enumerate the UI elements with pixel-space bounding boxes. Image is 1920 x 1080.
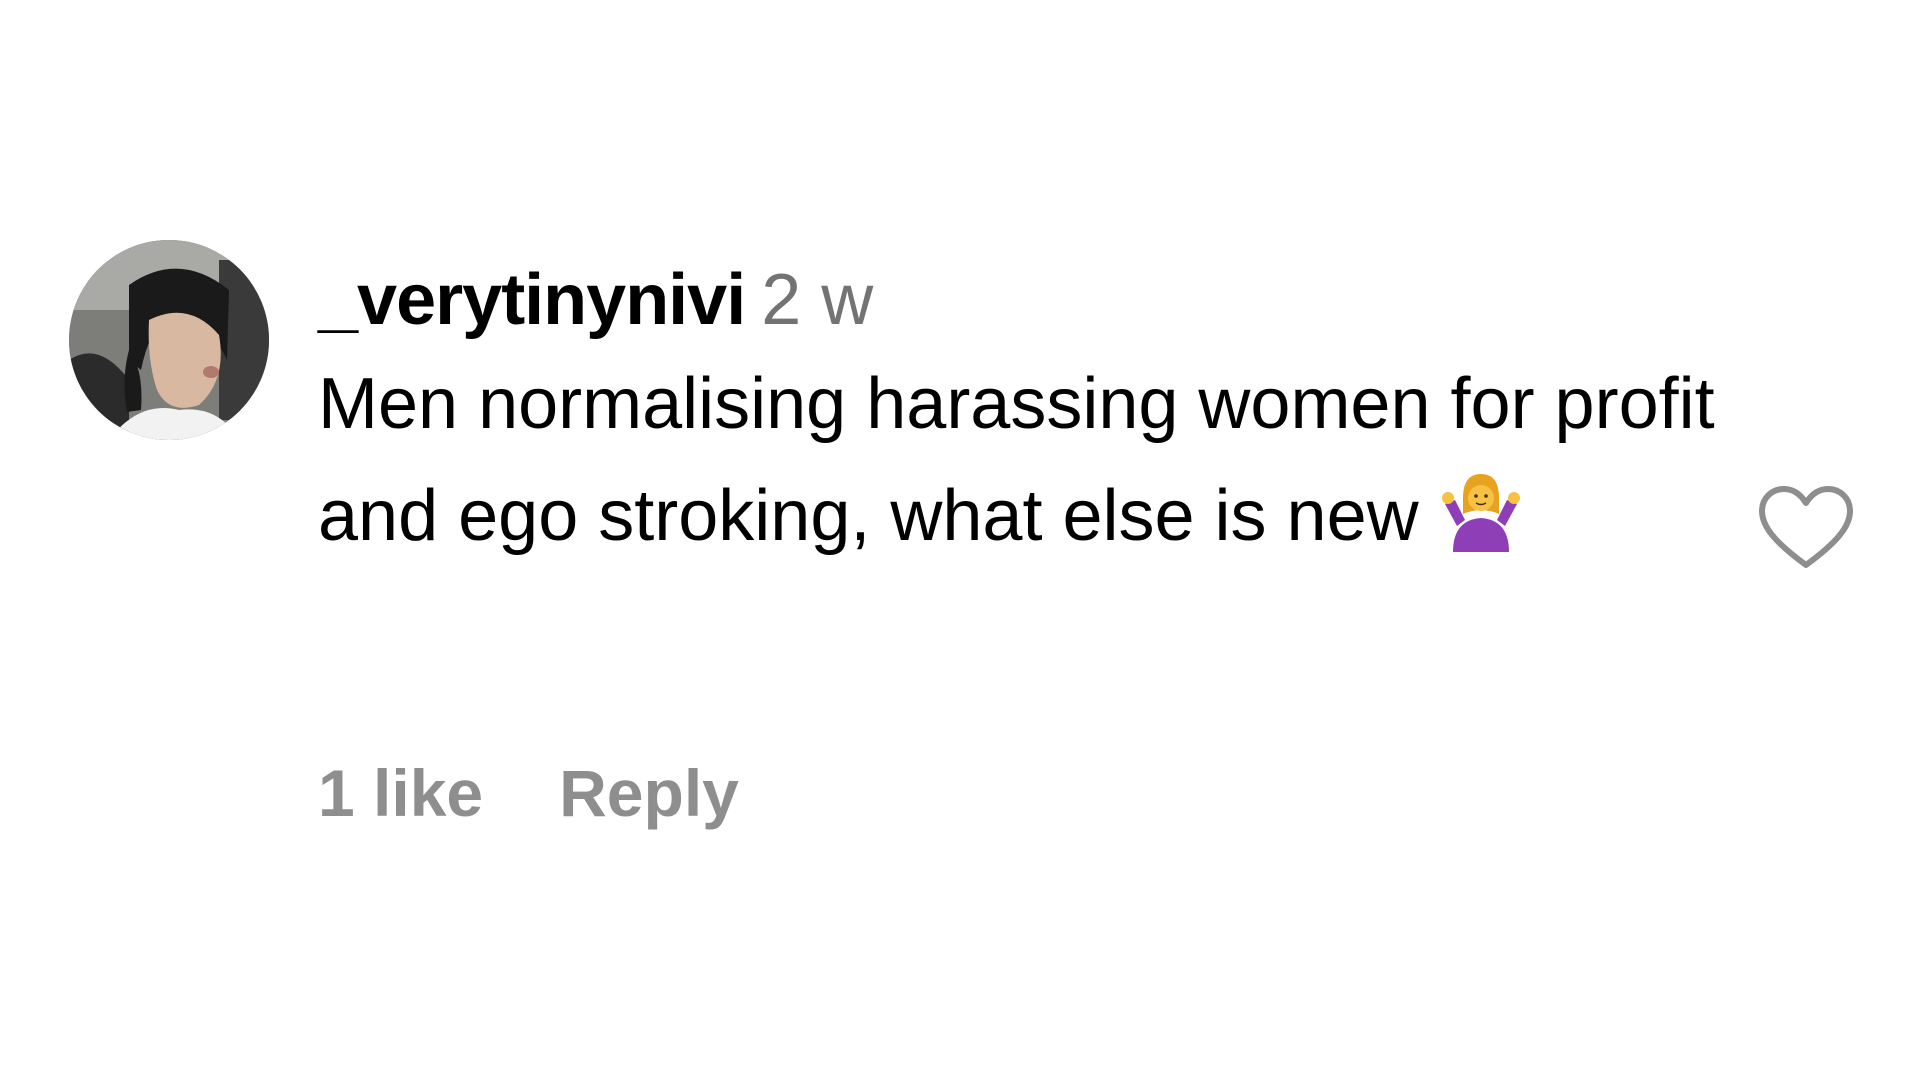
- comment-body: _verytinynivi 2 w Men normalising harassi…: [318, 258, 1738, 572]
- comment-item: _verytinynivi 2 w Men normalising harassi…: [0, 0, 1920, 1080]
- woman-shrugging-emoji: [1439, 468, 1523, 552]
- avatar-photo: [69, 240, 269, 440]
- username-link[interactable]: _verytinynivi: [318, 260, 746, 340]
- comment-header: _verytinynivi 2 w: [318, 258, 1738, 342]
- like-button[interactable]: [1756, 483, 1856, 573]
- comment-text: Men normalising harassing women for prof…: [318, 348, 1738, 572]
- reply-button[interactable]: Reply: [559, 756, 739, 830]
- timestamp[interactable]: 2 w: [761, 260, 873, 340]
- likes-count-button[interactable]: 1 like: [318, 756, 483, 830]
- comment-actions: 1 like Reply: [318, 755, 739, 831]
- heart-outline-icon: [1759, 486, 1853, 568]
- avatar[interactable]: [69, 240, 269, 440]
